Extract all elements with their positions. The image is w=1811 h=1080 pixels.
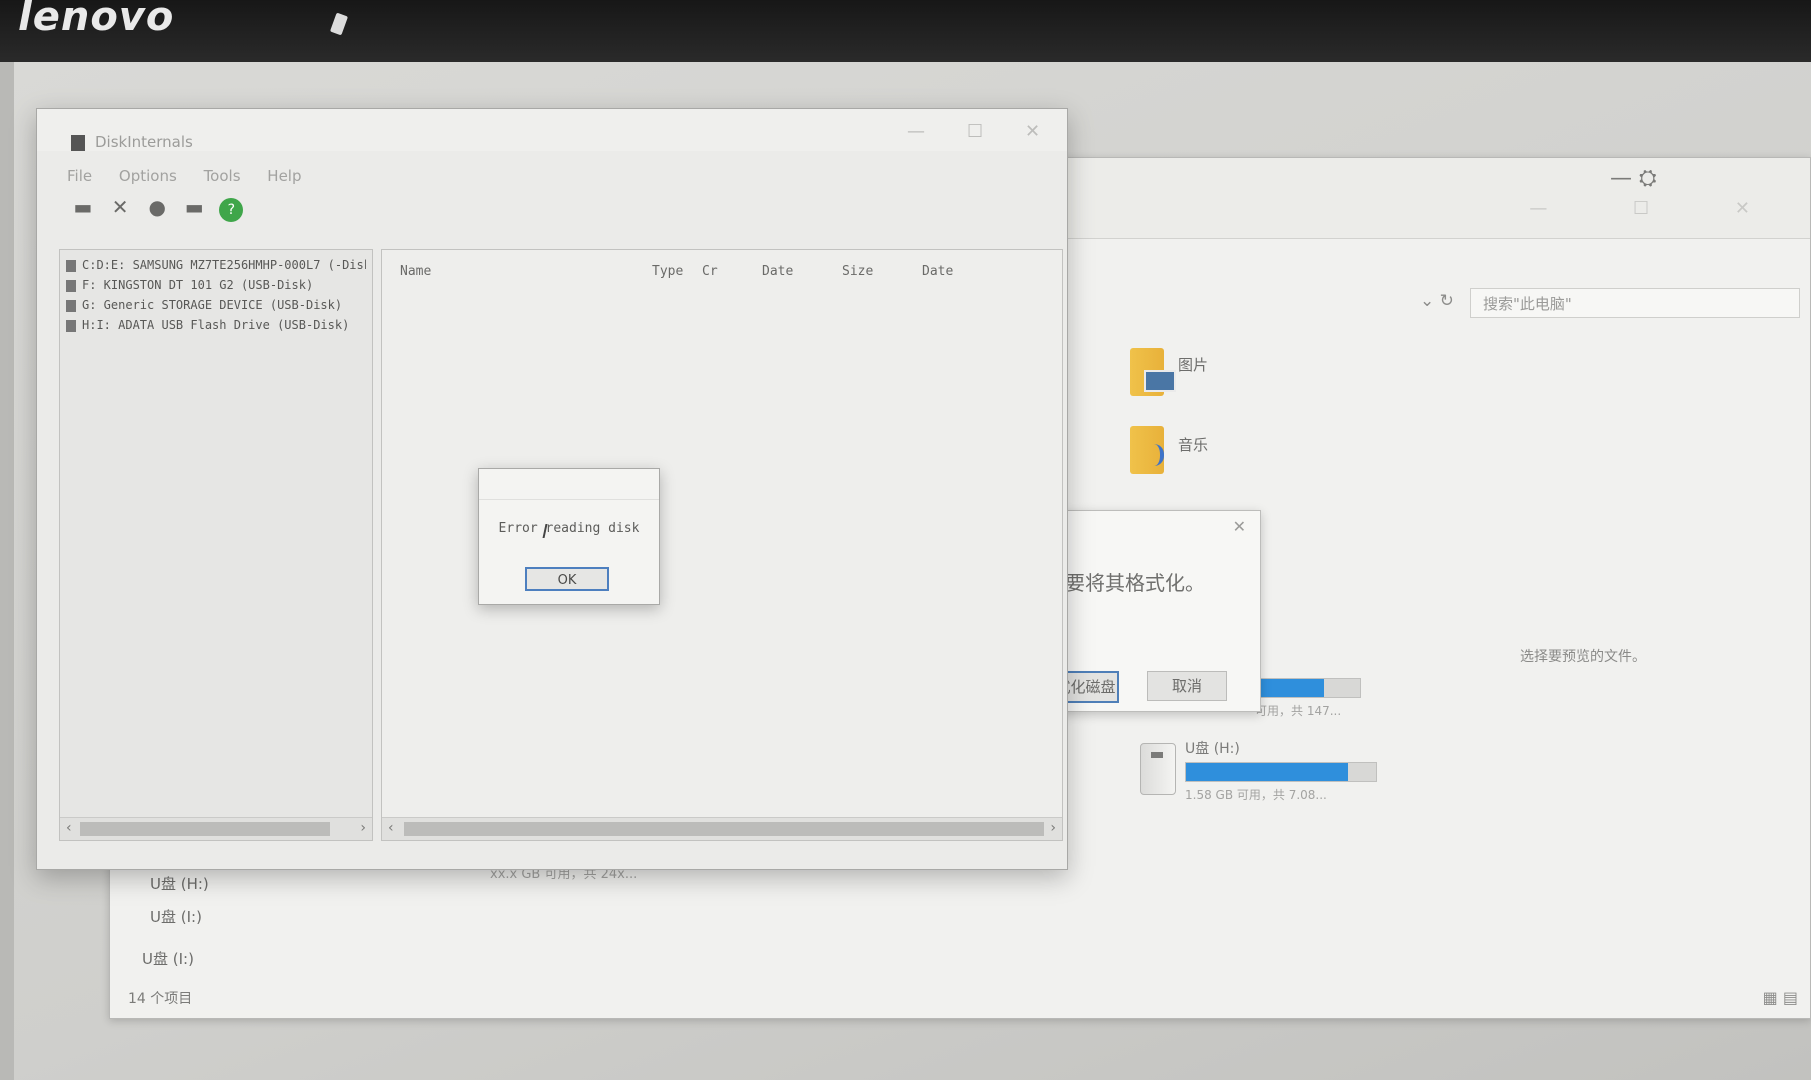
maximize-icon[interactable]: ☐ xyxy=(967,121,983,142)
pictures-folder-icon[interactable] xyxy=(1130,348,1176,396)
column-date[interactable]: Date xyxy=(762,264,793,279)
drive-tree-pane: C:D:E: SAMSUNG MZ7TE256HMHP-000L7 (-Disk… xyxy=(59,249,373,841)
mouse-cursor-icon xyxy=(329,12,349,36)
toolbar: ▬ ✕ ● ▬ ? xyxy=(71,195,251,235)
tree-label: G: Generic STORAGE DEVICE (USB-Disk) xyxy=(82,298,343,312)
error-dialog-titlebar xyxy=(479,469,659,500)
diskinternals-window: DiskInternals — ☐ ✕ File Options Tools H… xyxy=(36,108,1068,870)
folder-label-pictures[interactable]: 图片 xyxy=(1178,354,1208,375)
tree-label: H:I: ADATA USB Flash Drive (USB-Disk) xyxy=(82,318,350,332)
scroll-thumb[interactable] xyxy=(404,822,1044,836)
nav-item-usb-i[interactable]: U盘 (I:) xyxy=(150,906,202,927)
close-window-icon[interactable]: ✕ xyxy=(1025,121,1040,142)
format-dialog: ✕ 需要将其格式化。 格式化磁盘 取消 xyxy=(1034,510,1261,712)
tree-label: F: KINGSTON DT 101 G2 (USB-Disk) xyxy=(82,278,314,292)
item-count: 14 个项目 xyxy=(128,991,193,1007)
column-size[interactable]: Size xyxy=(842,264,873,279)
nav-item-usb-h[interactable]: U盘 (H:) xyxy=(150,873,209,894)
scroll-right-icon[interactable]: › xyxy=(360,820,366,836)
explorer-nav-icons[interactable]: — ⛭ xyxy=(1610,166,1657,191)
monitor-bezel: lenovo xyxy=(0,0,1811,62)
column-name[interactable]: Name xyxy=(400,264,431,279)
ok-button[interactable]: OK xyxy=(525,567,609,591)
tree-item-generic[interactable]: G: Generic STORAGE DEVICE (USB-Disk) xyxy=(66,298,366,312)
refresh-icon[interactable]: ⌄ ↻ xyxy=(1420,291,1454,311)
preview-hint: 选择要预览的文件。 xyxy=(1520,649,1646,665)
drive-free-text: 可用，共 147... xyxy=(1255,704,1342,718)
delete-icon[interactable]: ✕ xyxy=(108,195,132,219)
drive-usage-bar xyxy=(1255,678,1361,698)
title-bar: DiskInternals — ☐ ✕ xyxy=(37,109,1067,151)
error-dialog: Error reading disk OK xyxy=(478,468,660,605)
tree-item-kingston[interactable]: F: KINGSTON DT 101 G2 (USB-Disk) xyxy=(66,278,366,292)
menu-help[interactable]: Help xyxy=(267,167,301,185)
drive-label-h[interactable]: U盘 (H:) xyxy=(1185,738,1240,758)
minimize-icon[interactable]: — xyxy=(907,121,925,142)
window-title: DiskInternals xyxy=(95,133,193,151)
lenovo-logo: lenovo xyxy=(18,0,175,40)
close-icon[interactable]: ✕ xyxy=(1233,517,1246,536)
app-icon xyxy=(71,135,85,151)
drive-free-text-h: 1.58 GB 可用，共 7.08... xyxy=(1185,788,1327,802)
save-icon[interactable]: ▬ xyxy=(182,195,206,219)
folder-label-music[interactable]: 音乐 xyxy=(1178,434,1208,455)
menu-file[interactable]: File xyxy=(67,167,92,185)
menu-tools[interactable]: Tools xyxy=(204,167,241,185)
menu-bar: File Options Tools Help xyxy=(67,167,324,191)
tree-horizontal-scrollbar[interactable]: ‹ › xyxy=(60,817,372,840)
tree-item-samsung[interactable]: C:D:E: SAMSUNG MZ7TE256HMHP-000L7 (-Disk… xyxy=(66,258,366,272)
open-folder-icon[interactable]: ▬ xyxy=(71,195,95,219)
tree-label: C:D:E: SAMSUNG MZ7TE256HMHP-000L7 (-Disk… xyxy=(82,258,366,272)
scroll-left-icon[interactable]: ‹ xyxy=(388,820,394,836)
screen: — ⛭ — ☐ ✕ ⌄ ↻ 搜索"此电脑" 图片 音乐 选择要预览的文件。 可用… xyxy=(14,62,1811,1080)
help-green-icon[interactable]: ? xyxy=(219,198,244,222)
column-date-2[interactable]: Date xyxy=(922,264,953,279)
tree-item-adata[interactable]: H:I: ADATA USB Flash Drive (USB-Disk) xyxy=(66,318,366,332)
column-type[interactable]: Type xyxy=(652,264,683,279)
menu-options[interactable]: Options xyxy=(119,167,177,185)
list-horizontal-scrollbar[interactable]: ‹ › xyxy=(382,817,1062,840)
nav-item-usb-i-2[interactable]: U盘 (I:) xyxy=(142,948,194,969)
scroll-right-icon[interactable]: › xyxy=(1050,820,1056,836)
explorer-window-controls[interactable]: — ☐ ✕ xyxy=(1529,198,1790,219)
usb-drive-icon[interactable] xyxy=(1140,743,1176,795)
explorer-search-input[interactable]: 搜索"此电脑" xyxy=(1470,288,1800,318)
info-icon[interactable]: ● xyxy=(145,195,169,219)
view-toggle-icons[interactable]: ▦ ▤ xyxy=(1763,988,1798,1007)
column-created[interactable]: Cr xyxy=(702,264,718,279)
music-folder-icon[interactable] xyxy=(1130,426,1164,474)
cancel-button[interactable]: 取消 xyxy=(1147,671,1227,701)
scroll-left-icon[interactable]: ‹ xyxy=(66,820,72,836)
scroll-thumb[interactable] xyxy=(80,822,330,836)
drive-usage-bar-h xyxy=(1185,762,1377,782)
format-message: 需要将其格式化。 xyxy=(1045,571,1205,595)
error-message: Error reading disk xyxy=(498,521,640,536)
file-list-pane: Name Type Cr Date Size Date Error readin… xyxy=(381,249,1063,841)
